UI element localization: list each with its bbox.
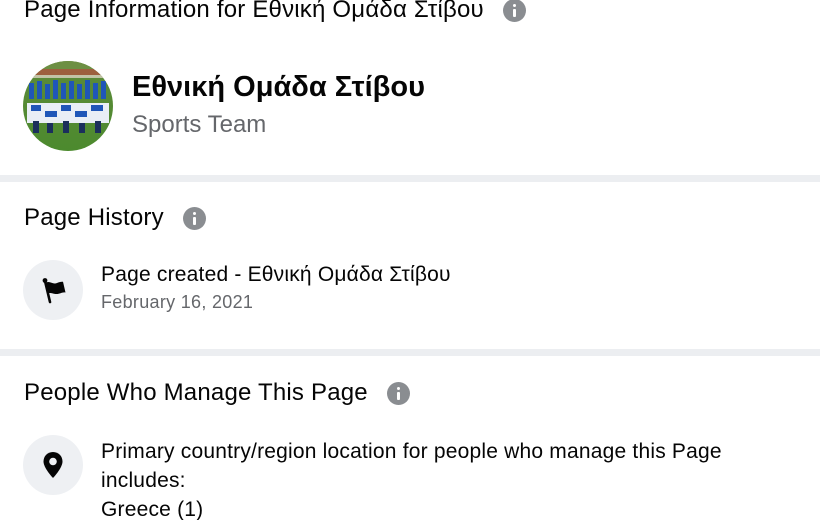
location-pin-icon: [43, 452, 63, 478]
page-information-header: Page Information for Εθνική Ομάδα Στίβου: [24, 0, 526, 24]
section-divider: [0, 349, 820, 356]
page-category: Sports Team: [132, 111, 267, 138]
page-created-date: February 16, 2021: [101, 292, 254, 312]
team-photo-avatar: [23, 61, 113, 151]
page-name[interactable]: Εθνική Ομάδα Στίβου: [132, 71, 425, 104]
page-information-title: Page Information for Εθνική Ομάδα Στίβου: [24, 0, 484, 23]
flag-icon: [42, 278, 66, 304]
location-pin-icon-wrapper: [23, 435, 83, 495]
managers-location-value: Greece (1): [101, 498, 204, 520]
info-icon[interactable]: [502, 0, 526, 22]
flag-icon-wrapper: [23, 260, 83, 320]
managers-location-text: Primary country/region location for peop…: [101, 437, 801, 520]
section-divider: [0, 175, 820, 182]
page-history-heading: Page History: [24, 204, 164, 231]
page-information: Page Information for Εθνική Ομάδα Στίβου: [0, 0, 820, 520]
page-created-title: Page created - Εθνική Ομάδα Στίβου: [101, 263, 451, 286]
avatar[interactable]: [23, 61, 113, 151]
page-history-header: Page History: [24, 204, 206, 232]
managers-heading: People Who Manage This Page: [24, 379, 368, 406]
managers-header: People Who Manage This Page: [24, 379, 410, 407]
info-icon[interactable]: [386, 381, 410, 405]
info-icon[interactable]: [182, 206, 206, 230]
managers-location-description: Primary country/region location for peop…: [101, 440, 722, 492]
